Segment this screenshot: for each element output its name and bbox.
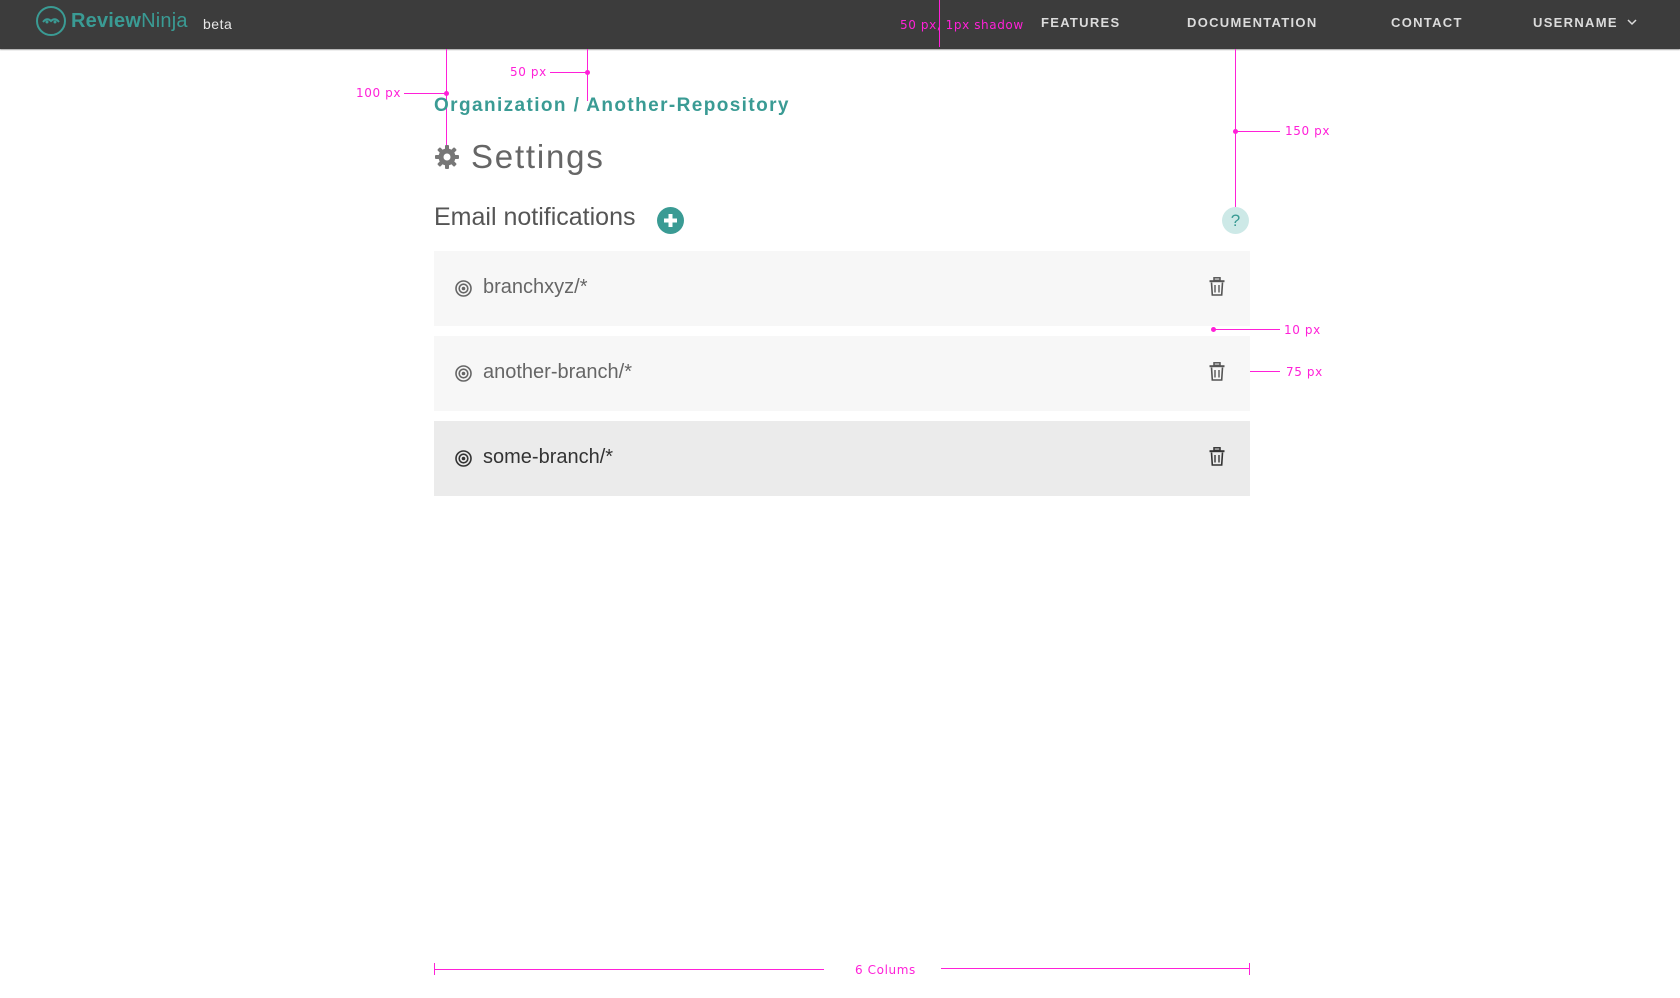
notification-branch-label: branchxyz/*: [483, 276, 588, 298]
help-button[interactable]: ?: [1222, 207, 1249, 234]
target-icon: [455, 450, 472, 467]
annotation-top-gap-label: 50 px: [510, 65, 547, 79]
email-notifications-heading: Email notifications: [434, 203, 636, 231]
annotation-row-gap-dot: [1211, 327, 1216, 332]
target-icon: [455, 365, 472, 382]
user-menu-label: USERNAME: [1533, 15, 1618, 30]
annotation-row-gap-hline: [1213, 329, 1280, 330]
nav-link-features[interactable]: FEATURES: [1041, 15, 1121, 30]
nav-link-contact[interactable]: CONTACT: [1391, 15, 1463, 30]
help-icon: ?: [1230, 210, 1241, 230]
beta-badge: beta: [203, 16, 233, 32]
annotation-columns-right-tick: [1249, 963, 1250, 975]
annotation-left-margin-hline: [404, 93, 446, 94]
annotation-top-gap-dot: [585, 70, 590, 75]
annotation-header-height-dot: [1233, 129, 1238, 134]
notification-branch-label: some-branch/*: [483, 446, 614, 468]
annotation-header-height-label: 150 px: [1285, 124, 1331, 138]
annotation-columns-right-line: [941, 968, 1250, 969]
page-title-text: Settings: [471, 138, 605, 175]
plus-icon: [664, 214, 677, 227]
notification-row[interactable]: another-branch/*: [434, 336, 1250, 411]
nav-link-documentation[interactable]: DOCUMENTATION: [1187, 15, 1318, 30]
trash-icon[interactable]: [1209, 277, 1225, 296]
ninja-logo-icon: [36, 6, 66, 36]
brand-name-light: Ninja: [141, 9, 188, 32]
page-title: Settings: [434, 138, 605, 176]
annotation-top-gap-vline: [587, 49, 588, 101]
annotation-left-margin-label: 100 px: [356, 86, 402, 100]
notification-branch-label: another-branch/*: [483, 361, 632, 383]
brand-name-bold: Review: [71, 9, 142, 32]
annotation-row-height-label: 75 px: [1286, 365, 1323, 379]
annotation-columns-left-line: [434, 969, 824, 970]
annotation-top-gap-hline: [550, 72, 587, 73]
gear-icon: [435, 145, 459, 169]
annotation-row-gap-label: 10 px: [1284, 323, 1321, 337]
brand-logo[interactable]: ReviewNinja: [36, 6, 188, 36]
annotation-columns-label: 6 Colums: [855, 963, 916, 977]
repository-breadcrumb[interactable]: Organization / Another-Repository: [434, 95, 790, 117]
notification-row[interactable]: branchxyz/*: [434, 251, 1250, 326]
chevron-down-icon: [1627, 19, 1637, 26]
annotation-header-height-vline: [1235, 49, 1236, 207]
top-navbar: ReviewNinja beta FEATURES DOCUMENTATION …: [0, 0, 1680, 49]
user-menu[interactable]: USERNAME: [1533, 15, 1637, 30]
annotation-header-height-hline: [1235, 131, 1280, 132]
target-icon: [455, 280, 472, 297]
trash-icon[interactable]: [1209, 362, 1225, 381]
brand-name: ReviewNinja: [71, 10, 188, 33]
annotation-columns-left-tick: [434, 963, 435, 975]
add-notification-button[interactable]: [657, 207, 684, 234]
notification-row[interactable]: some-branch/*: [434, 421, 1250, 496]
annotation-navbar-label: 50 px, 1px shadow: [900, 18, 1024, 32]
trash-icon[interactable]: [1209, 447, 1225, 466]
